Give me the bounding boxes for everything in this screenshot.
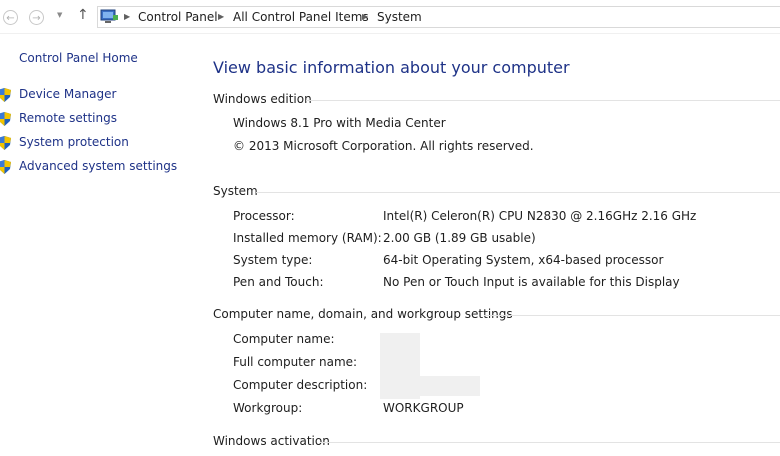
page-title: View basic information about your comput… [213,58,570,77]
control-panel-home-link[interactable]: Control Panel Home [19,51,138,65]
memory-value: 2.00 GB (1.89 GB usable) [383,231,536,245]
breadcrumb-system[interactable]: System [377,10,422,24]
back-arrow-icon[interactable]: ← [3,10,18,25]
edition-name: Windows 8.1 Pro with Media Center [233,116,446,130]
uac-shield-icon [0,112,11,126]
section-divider [320,442,780,443]
breadcrumb-all-items[interactable]: All Control Panel Items [233,10,369,24]
processor-value: Intel(R) Celeron(R) CPU N2830 @ 2.16GHz … [383,209,697,223]
section-system: System [213,184,258,198]
control-panel-icon [100,9,118,23]
full-computer-name-label: Full computer name: [233,355,358,369]
address-bar: ← → ▼ ↑ ▶ Control Panel ▶ All Control Pa… [0,0,780,34]
computer-name-label: Computer name: [233,332,335,346]
uac-shield-icon [0,88,11,102]
remote-settings-label[interactable]: Remote settings [19,111,117,125]
system-protection-label[interactable]: System protection [19,135,129,149]
processor-label: Processor: [233,209,295,223]
uac-shield-icon [0,136,11,150]
pen-touch-value: No Pen or Touch Input is available for t… [383,275,680,289]
computer-description-label: Computer description: [233,378,368,392]
copyright-text: © 2013 Microsoft Corporation. All rights… [233,139,534,153]
breadcrumb-separator-icon: ▶ [362,12,369,21]
section-divider [256,192,780,193]
section-computer-name: Computer name, domain, and workgroup set… [213,307,513,321]
breadcrumb-separator-icon: ▶ [218,12,225,21]
breadcrumb-separator-icon: ▶ [124,12,131,21]
up-arrow-icon[interactable]: ↑ [77,7,89,23]
workgroup-value: WORKGROUP [383,401,464,415]
system-type-label: System type: [233,253,313,267]
system-type-value: 64-bit Operating System, x64-based proce… [383,253,664,267]
section-divider [484,315,780,316]
uac-shield-icon [0,160,11,174]
redacted-value-block [400,376,480,396]
section-divider [306,100,780,101]
section-windows-edition: Windows edition [213,92,312,106]
breadcrumb-control-panel[interactable]: Control Panel [138,10,218,24]
workgroup-label: Workgroup: [233,401,303,415]
recent-locations-chevron-icon[interactable]: ▼ [57,11,62,19]
memory-label: Installed memory (RAM): [233,231,382,245]
advanced-system-settings-label[interactable]: Advanced system settings [19,159,177,173]
forward-arrow-icon[interactable]: → [29,10,44,25]
section-windows-activation: Windows activation [213,434,330,448]
pen-touch-label: Pen and Touch: [233,275,324,289]
device-manager-label[interactable]: Device Manager [19,87,116,101]
